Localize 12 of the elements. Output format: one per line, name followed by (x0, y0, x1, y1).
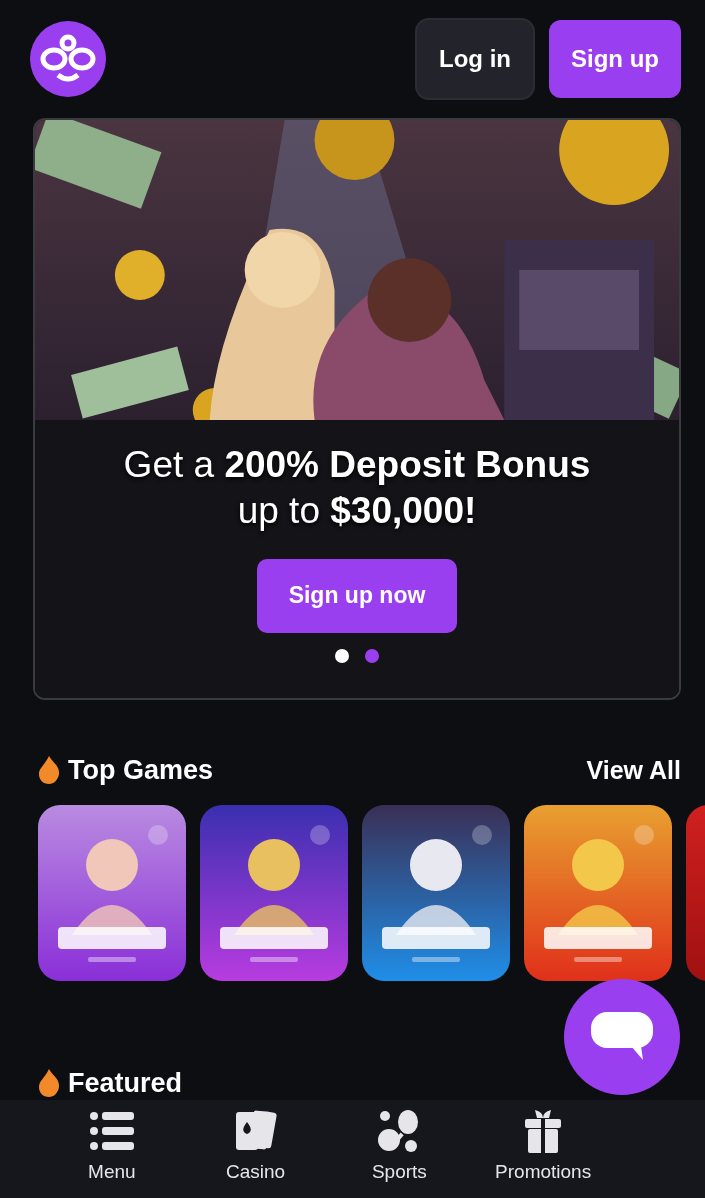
banner-subheadline: up to $30,000! (237, 489, 477, 534)
view-all-link[interactable]: View All (586, 751, 681, 789)
login-button[interactable]: Log in (417, 20, 533, 98)
banner-headline: Get a 200% Deposit Bonus (123, 443, 591, 487)
nav-label[interactable]: Sports (371, 1158, 427, 1187)
nav-label[interactable]: Promotions (495, 1158, 592, 1187)
nav-label[interactable]: Casino (226, 1158, 286, 1187)
nav-label[interactable]: Menu (88, 1158, 136, 1187)
signup-button[interactable]: Sign up (549, 20, 681, 98)
section-title: Featured (68, 1066, 183, 1100)
signup-now-button[interactable]: Sign up now (257, 558, 457, 633)
section-title: Top Games (68, 754, 214, 787)
